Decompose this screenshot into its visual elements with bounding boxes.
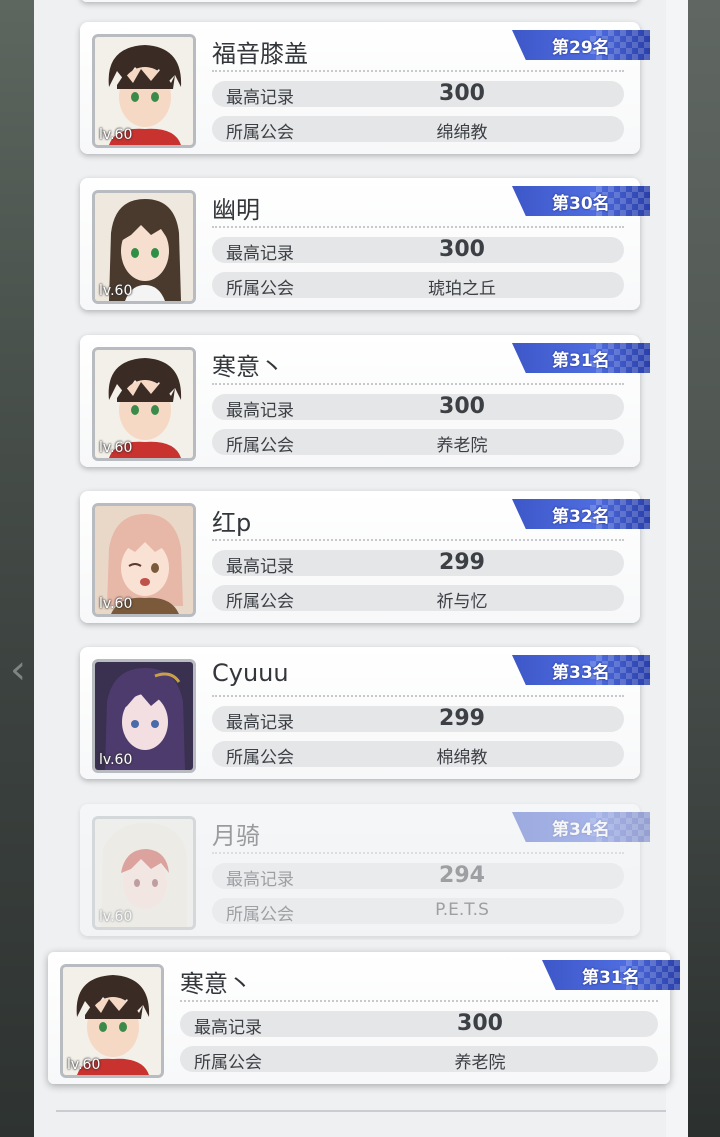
best-record-row: 最高记录 300: [212, 81, 624, 108]
guild-row: 所属公会 棉绵教: [212, 741, 624, 768]
rank-badge: 第29名: [512, 30, 650, 60]
best-record-value: 300: [457, 1011, 503, 1036]
best-record-label: 最高记录: [226, 713, 294, 733]
divider: [212, 695, 624, 697]
red-hair-hooded-avatar-icon: lv.60: [92, 816, 196, 930]
boy-avatar-icon: lv.60: [92, 347, 196, 461]
best-record-row: 最高记录 294: [212, 863, 624, 890]
guild-label: 所属公会: [226, 279, 294, 299]
player-name: 幽明: [212, 196, 260, 224]
pink-hair-girl-avatar-icon: lv.60: [92, 503, 196, 617]
level-badge: lv.60: [99, 596, 133, 612]
player-name: 红p: [212, 509, 252, 537]
best-record-row: 最高记录 300: [180, 1011, 658, 1038]
best-record-value: 294: [439, 863, 485, 888]
divider: [212, 852, 624, 854]
guild-row: 所属公会 P.E.T.S: [212, 898, 624, 925]
level-badge: lv.60: [99, 440, 133, 456]
best-record-label: 最高记录: [226, 401, 294, 421]
rank-text: 第34名: [552, 820, 610, 840]
rank-text: 第31名: [582, 968, 640, 988]
best-record-label: 最高记录: [194, 1018, 262, 1038]
list-item-partial: [80, 0, 640, 2]
guild-value: P.E.T.S: [435, 900, 489, 920]
best-record-label: 最高记录: [226, 557, 294, 577]
list-item[interactable]: lv.60 寒意丶 最高记录 300 所属公会 养老院 第31名: [80, 335, 650, 467]
rank-text: 第31名: [552, 351, 610, 371]
guild-row: 所属公会 养老院: [212, 429, 624, 456]
divider: [212, 226, 624, 228]
boy-avatar-icon: lv.60: [92, 34, 196, 148]
player-name: 寒意丶: [212, 353, 284, 381]
level-badge: lv.60: [67, 1057, 101, 1073]
player-name: Cyuuu: [212, 659, 289, 687]
level-badge: lv.60: [99, 752, 133, 768]
chevron-left-icon[interactable]: ‹: [10, 640, 32, 700]
rank-text: 第33名: [552, 663, 610, 683]
best-record-row: 最高记录 300: [212, 237, 624, 264]
divider: [212, 383, 624, 385]
guild-label: 所属公会: [226, 748, 294, 768]
background-left: [0, 0, 34, 1137]
background-right: [688, 0, 720, 1137]
guild-row: 所属公会 养老院: [180, 1046, 658, 1073]
boy-avatar-icon: lv.60: [60, 964, 164, 1078]
guild-value: 祈与忆: [436, 592, 488, 612]
divider: [180, 1000, 658, 1002]
leaderboard-panel: lv.60 福音膝盖 最高记录 300 所属公会 绵绵教 第29名 lv.60 …: [34, 0, 688, 1137]
rank-badge: 第31名: [512, 343, 650, 373]
guild-row: 所属公会 祈与忆: [212, 585, 624, 612]
rank-badge: 第31名: [542, 960, 680, 990]
level-badge: lv.60: [99, 127, 133, 143]
rank-badge: 第34名: [512, 812, 650, 842]
best-record-value: 299: [439, 550, 485, 575]
list-item[interactable]: lv.60 Cyuuu 最高记录 299 所属公会 棉绵教 第33名: [80, 647, 650, 779]
best-record-row: 最高记录 299: [212, 706, 624, 733]
rank-text: 第29名: [552, 38, 610, 58]
rank-text: 第30名: [552, 194, 610, 214]
my-rank-card[interactable]: lv.60 寒意丶 最高记录 300 所属公会 养老院 第31名: [48, 952, 680, 1084]
guild-label: 所属公会: [226, 436, 294, 456]
player-name: 月骑: [212, 822, 260, 850]
divider: [212, 539, 624, 541]
best-record-value: 300: [439, 237, 485, 262]
list-item[interactable]: lv.60 红p 最高记录 299 所属公会 祈与忆 第32名: [80, 491, 650, 623]
guild-value: 琥珀之丘: [428, 279, 496, 299]
list-item[interactable]: lv.60 幽明 最高记录 300 所属公会 琥珀之丘 第30名: [80, 178, 650, 310]
rank-badge: 第33名: [512, 655, 650, 685]
guild-value: 绵绵教: [436, 123, 488, 143]
girl-dark-hair-avatar-icon: lv.60: [92, 190, 196, 304]
guild-label: 所属公会: [226, 592, 294, 612]
list-item[interactable]: lv.60 福音膝盖 最高记录 300 所属公会 绵绵教 第29名: [80, 22, 650, 154]
best-record-value: 299: [439, 706, 485, 731]
best-record-label: 最高记录: [226, 244, 294, 264]
rank-text: 第32名: [552, 507, 610, 527]
guild-value: 养老院: [454, 1053, 506, 1073]
rank-badge: 第32名: [512, 499, 650, 529]
best-record-label: 最高记录: [226, 870, 294, 890]
guild-label: 所属公会: [226, 123, 294, 143]
best-record-row: 最高记录 299: [212, 550, 624, 577]
guild-label: 所属公会: [226, 905, 294, 925]
guild-row: 所属公会 琥珀之丘: [212, 272, 624, 299]
best-record-label: 最高记录: [226, 88, 294, 108]
guild-row: 所属公会 绵绵教: [212, 116, 624, 143]
guild-value: 养老院: [436, 436, 488, 456]
best-record-row: 最高记录 300: [212, 394, 624, 421]
level-badge: lv.60: [99, 283, 133, 299]
rank-badge: 第30名: [512, 186, 650, 216]
leaderboard-list[interactable]: lv.60 福音膝盖 最高记录 300 所属公会 绵绵教 第29名 lv.60 …: [34, 0, 666, 940]
player-name: 寒意丶: [180, 970, 252, 998]
list-item[interactable]: lv.60 月骑 最高记录 294 所属公会 P.E.T.S 第34名: [80, 804, 650, 936]
player-name: 福音膝盖: [212, 40, 308, 68]
divider: [212, 70, 624, 72]
best-record-value: 300: [439, 81, 485, 106]
purple-hair-girl-avatar-icon: lv.60: [92, 659, 196, 773]
best-record-value: 300: [439, 394, 485, 419]
guild-value: 棉绵教: [436, 748, 488, 768]
guild-label: 所属公会: [194, 1053, 262, 1073]
divider: [56, 1110, 666, 1112]
level-badge: lv.60: [99, 909, 133, 925]
